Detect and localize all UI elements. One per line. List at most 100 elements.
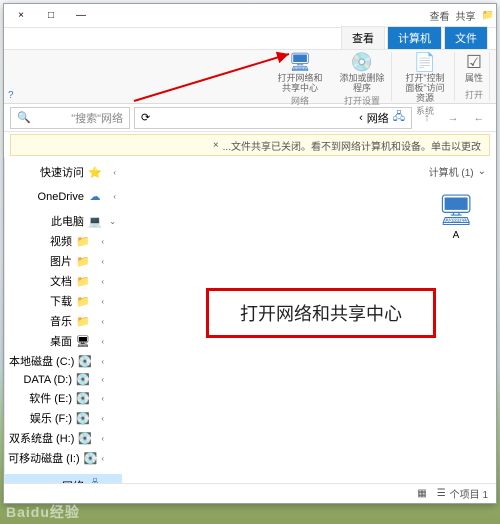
- nav-label: 软件 (E:): [29, 390, 72, 406]
- nav-item[interactable]: ›🖥桌面: [5, 331, 122, 351]
- minimize-button[interactable]: —: [66, 5, 96, 27]
- ribbon-group-name: 打开: [465, 88, 483, 101]
- ribbon-label: 打开"控制面板"访问资源: [402, 74, 448, 104]
- folder-icon: 💽: [78, 432, 92, 445]
- back-button[interactable]: ←: [468, 107, 490, 129]
- search-input[interactable]: 搜索"网络" 🔍: [10, 107, 130, 129]
- network-icon: 🖧: [88, 476, 102, 483]
- ribbon-group-name: 网络: [291, 94, 309, 107]
- ribbon-group-system[interactable]: 📄 打开"控制面板"访问资源 系统: [396, 52, 455, 101]
- qat-item[interactable]: 共享: [456, 8, 476, 23]
- nav-item[interactable]: ›💽双系统盘 (H:): [5, 428, 122, 448]
- monitor-icon: 🖥: [289, 52, 312, 73]
- folder-icon: 📁: [482, 10, 494, 21]
- tab-file[interactable]: 文件: [444, 26, 488, 49]
- nav-quick-access[interactable]: ›⭐快速访问: [5, 162, 122, 182]
- forward-button[interactable]: →: [442, 107, 464, 129]
- nav-label: 娱乐 (F:): [30, 410, 72, 426]
- computer-icon: 🖥: [437, 193, 475, 228]
- details-view-button[interactable]: ☰: [433, 487, 450, 500]
- tab-view[interactable]: 查看: [341, 26, 385, 49]
- breadcrumb[interactable]: 网络: [367, 110, 389, 126]
- nav-label: 桌面: [50, 333, 72, 349]
- search-placeholder: 搜索"网络": [31, 110, 123, 126]
- nav-label: 下载: [50, 293, 72, 309]
- close-button[interactable]: ×: [6, 5, 36, 27]
- group-label: 计算机 (1): [429, 164, 474, 179]
- nav-item[interactable]: ›💽娱乐 (F:): [5, 408, 122, 428]
- nav-item[interactable]: ›📁图片: [5, 251, 122, 271]
- body: ⌄ 计算机 (1) 🖥 A 打开网络和共享中心 ›⭐快速访问 ›☁OneDriv…: [4, 158, 496, 483]
- document-icon: 📄: [414, 52, 436, 73]
- notification-text: 文件共享已关闭。看不到网络计算机和设备。单击以更改...: [223, 138, 481, 153]
- folder-icon: 📁: [76, 275, 90, 288]
- nav-label: 图片: [50, 253, 72, 269]
- cloud-icon: ☁: [88, 190, 102, 203]
- chevron-icon: ›: [359, 112, 363, 124]
- folder-icon: 📁: [76, 255, 90, 268]
- folder-icon: 📁: [76, 315, 90, 328]
- quick-access-toolbar: 查看 共享 📁: [430, 8, 494, 23]
- group-header[interactable]: ⌄ 计算机 (1): [132, 164, 486, 179]
- content-pane: ⌄ 计算机 (1) 🖥 A 打开网络和共享中心: [122, 158, 496, 483]
- nav-label: 双系统盘 (H:): [9, 430, 74, 446]
- ribbon-label: 添加或删除程序: [339, 74, 385, 94]
- folder-icon: 💽: [76, 412, 90, 425]
- nav-label: 文档: [50, 273, 72, 289]
- refresh-icon[interactable]: ⟳: [141, 111, 150, 124]
- window-controls: × □ —: [6, 5, 96, 27]
- notification-bar[interactable]: 文件共享已关闭。看不到网络计算机和设备。单击以更改... ×: [10, 134, 490, 156]
- star-icon: ⭐: [88, 166, 102, 179]
- ribbon-label: 打开网络和共享中心: [277, 74, 323, 94]
- network-icon: 🖧: [393, 108, 405, 127]
- close-icon[interactable]: ×: [209, 140, 223, 151]
- ribbon-group-name: 系统: [416, 104, 434, 117]
- address-input[interactable]: 🖧 网络 › ⟳: [134, 107, 412, 129]
- nav-item[interactable]: ›💽可移动磁盘 (I:): [5, 448, 122, 468]
- watermark: Baidu经验: [6, 502, 80, 522]
- items-grid: 🖥 A: [132, 189, 486, 245]
- nav-item[interactable]: ›📁音乐: [5, 311, 122, 331]
- nav-label: 可移动磁盘 (I:): [8, 450, 80, 466]
- ribbon-group-name: 打开设置: [344, 94, 380, 107]
- annotation-callout: 打开网络和共享中心: [206, 288, 436, 338]
- nav-item[interactable]: ›📁文档: [5, 271, 122, 291]
- disc-icon: 💿: [351, 52, 373, 73]
- qat-item[interactable]: 查看: [430, 8, 450, 23]
- folder-icon: 💽: [76, 392, 90, 405]
- pc-icon: 💻: [88, 215, 102, 228]
- view-buttons: ☰ ▦: [413, 487, 449, 500]
- nav-item[interactable]: ›📁视频: [5, 231, 122, 251]
- nav-label: 本地磁盘 (C:): [9, 353, 74, 369]
- ribbon-group-properties[interactable]: ☑ 属性 打开: [459, 52, 490, 101]
- ribbon-group-programs[interactable]: 💿 添加或删除程序 打开设置: [333, 52, 392, 101]
- status-bar: 1 个项目 ☰ ▦: [4, 483, 496, 503]
- icons-view-button[interactable]: ▦: [413, 487, 430, 500]
- chevron-down-icon: ⌄: [478, 166, 486, 177]
- nav-item[interactable]: ›💽本地磁盘 (C:): [5, 351, 122, 371]
- ribbon-label: 属性: [465, 74, 483, 84]
- nav-this-pc[interactable]: ⌄💻此电脑: [5, 211, 122, 231]
- nav-onedrive[interactable]: ›☁OneDrive: [5, 188, 122, 205]
- computer-item[interactable]: 🖥 A: [426, 189, 486, 245]
- nav-network[interactable]: ›🖧网络: [5, 474, 122, 483]
- folder-icon: 📁: [76, 235, 90, 248]
- navigation-pane: ›⭐快速访问 ›☁OneDrive ⌄💻此电脑 ›📁视频›📁图片›📁文档›📁下载…: [4, 158, 122, 483]
- folder-icon: 💽: [76, 373, 90, 386]
- tab-computer[interactable]: 计算机: [387, 26, 442, 49]
- titlebar: × □ — 查看 共享 📁: [4, 4, 496, 28]
- ribbon: ☑ 属性 打开 📄 打开"控制面板"访问资源 系统 💿 添加或删除程序 打开设置…: [4, 50, 496, 104]
- folder-icon: 💽: [84, 452, 98, 465]
- nav-label: 音乐: [50, 313, 72, 329]
- maximize-button[interactable]: □: [36, 5, 66, 27]
- nav-item[interactable]: ›💽软件 (E:): [5, 388, 122, 408]
- nav-item[interactable]: ›💽DATA (D:): [5, 371, 122, 388]
- ribbon-group-network[interactable]: 🖥 打开网络和共享中心 网络: [271, 52, 329, 101]
- nav-label: 视频: [50, 233, 72, 249]
- folder-icon: 📁: [76, 295, 90, 308]
- help-icon[interactable]: ?: [8, 90, 14, 101]
- search-icon: 🔍: [17, 111, 31, 124]
- folder-icon: 💽: [78, 355, 92, 368]
- item-label: A: [453, 230, 460, 241]
- nav-item[interactable]: ›📁下载: [5, 291, 122, 311]
